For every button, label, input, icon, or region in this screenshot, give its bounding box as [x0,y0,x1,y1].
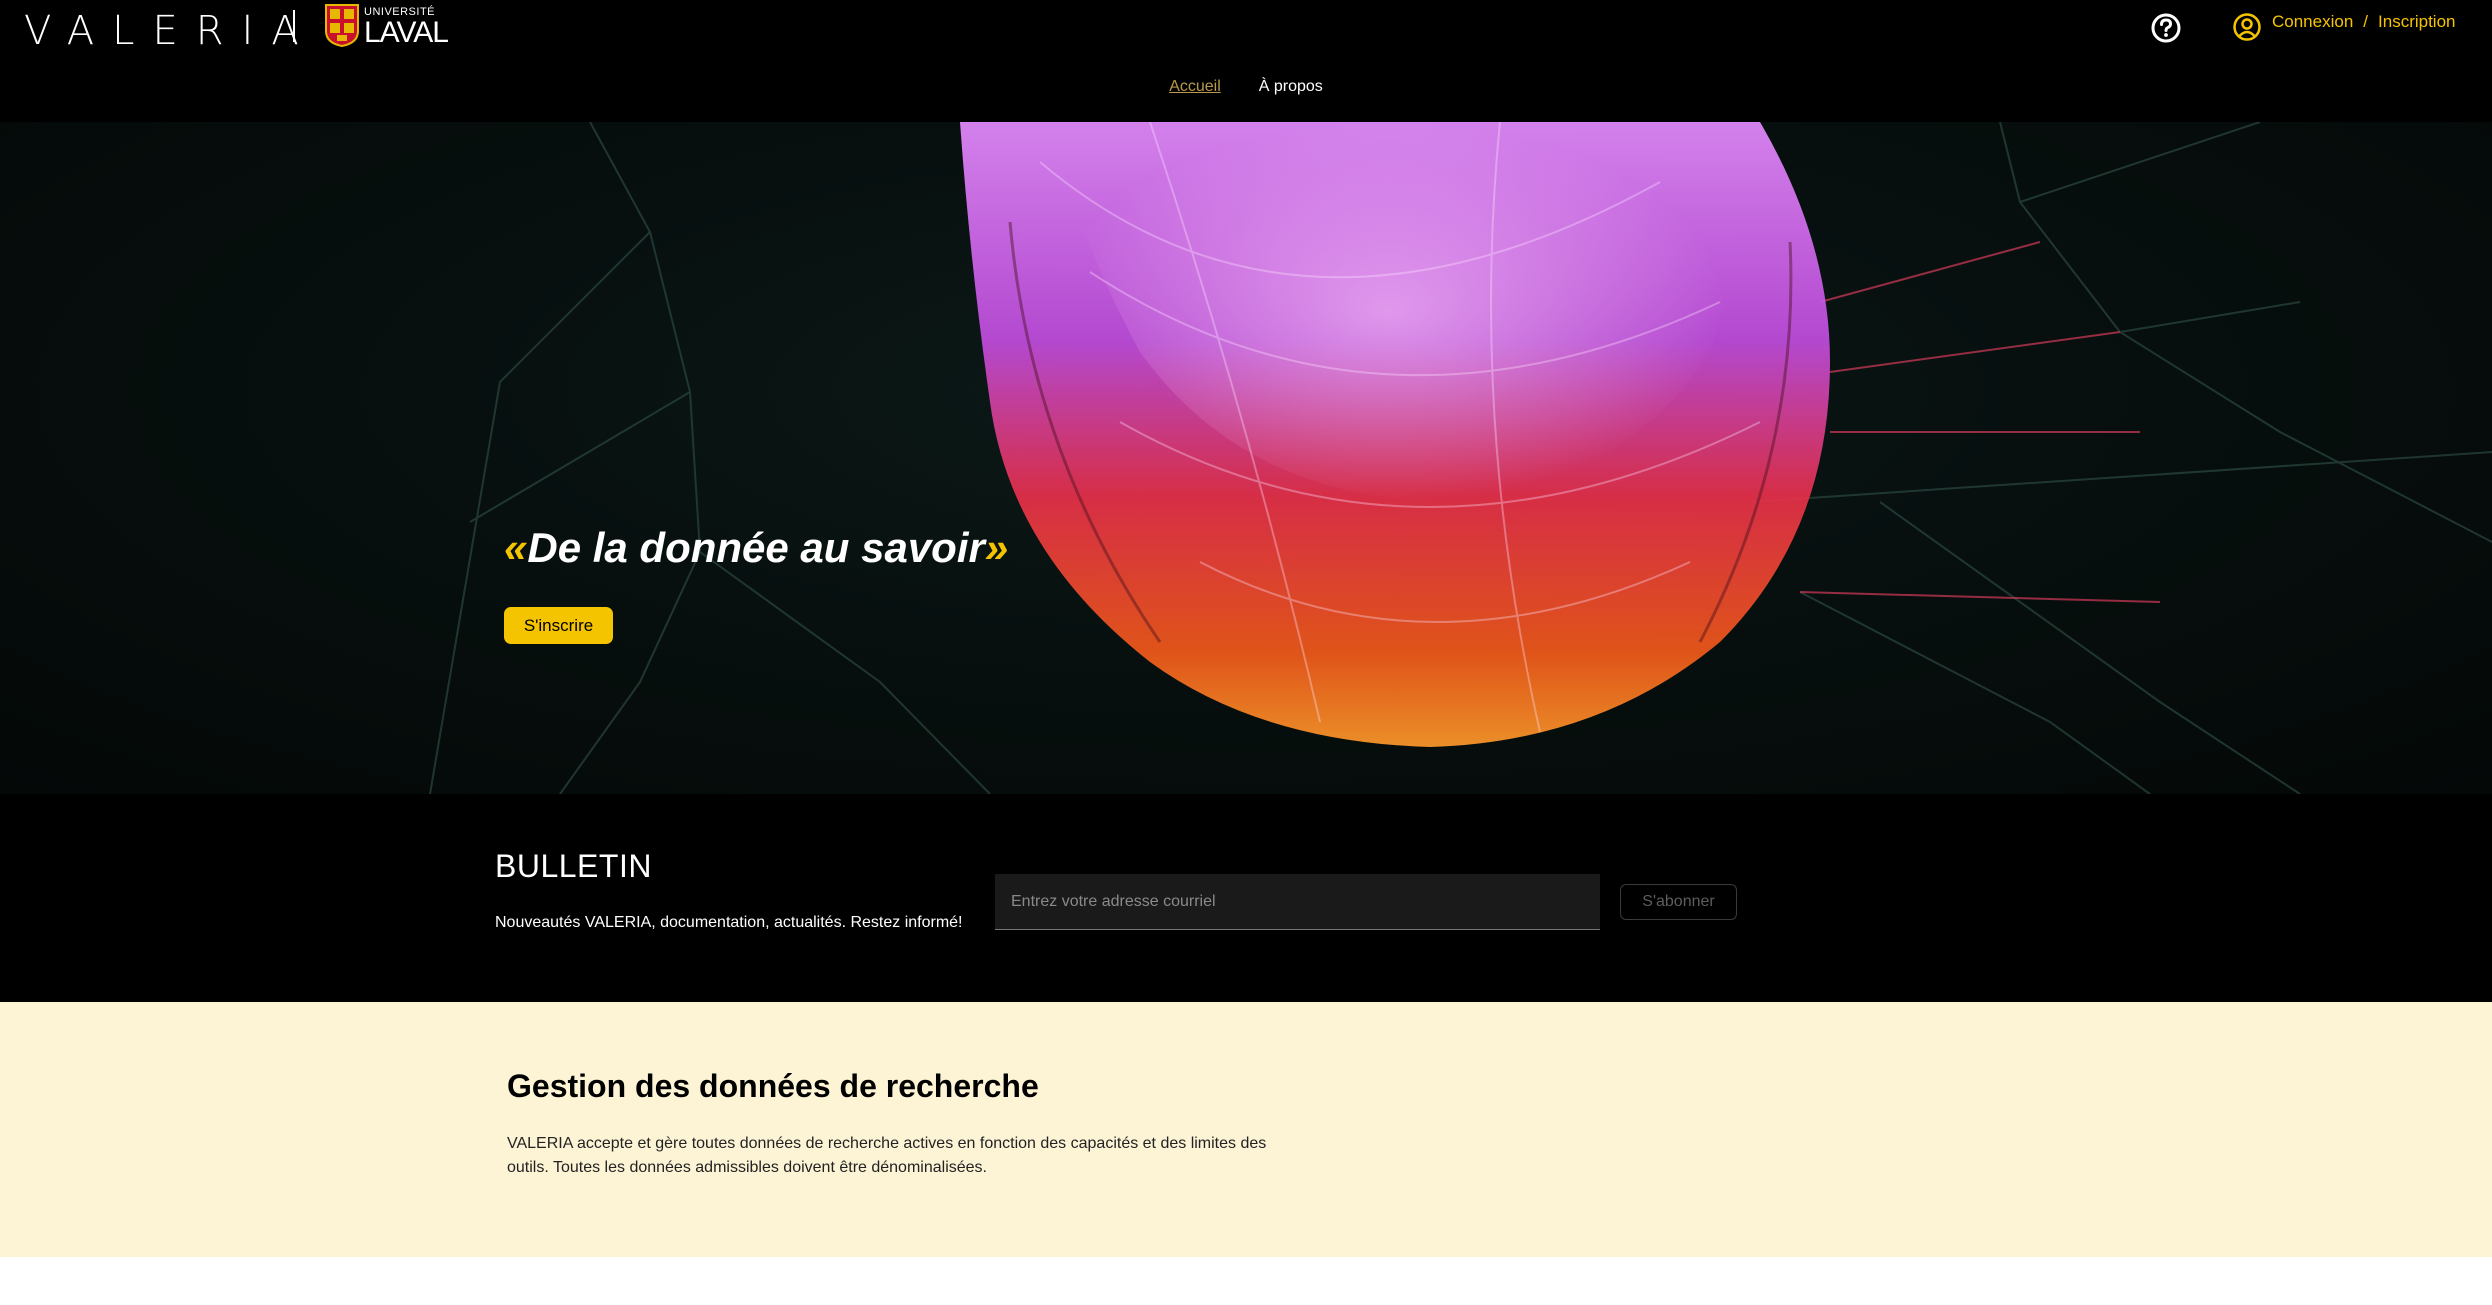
help-circle-icon[interactable] [2150,12,2182,44]
gestion-section: Gestion des données de recherche VALERIA… [0,1002,2492,1257]
auth-separator: / [2363,12,2369,31]
quote-open-mark: « [504,524,528,571]
bulletin-section: BULLETIN Nouveautés VALERIA, documentati… [0,794,2492,1002]
gestion-body: VALERIA accepte et gère toutes données d… [507,1135,1267,1176]
ul-logo-big-text: LAVAL [364,16,449,49]
user-circle-icon[interactable] [2232,12,2262,42]
hero-quote-text: De la donnée au savoir [527,524,985,571]
bulletin-title: BULLETIN [495,848,652,884]
logo-divider [293,10,295,42]
quote-close-mark: » [984,524,1009,571]
auth-links: Connexion / Inscription [2272,12,2456,32]
site-header: VALERIA UNIVERSITÉ LAVAL Connexion / Ins… [0,0,2492,122]
universite-laval-logo[interactable]: UNIVERSITÉ LAVAL [324,3,449,49]
valeria-logo[interactable]: VALERIA [24,8,317,54]
hero-banner: «De la donnée au savoir» S'inscrire [0,122,2492,794]
main-nav: Accueil À propos [0,78,2492,96]
bulletin-subtitle: Nouveautés VALERIA, documentation, actua… [495,914,963,931]
hero-artwork [429,122,2492,794]
subscribe-button[interactable]: S'abonner [1620,884,1737,920]
register-link[interactable]: Inscription [2378,12,2455,32]
login-link[interactable]: Connexion [2272,12,2353,32]
signup-button[interactable]: S'inscrire [504,607,613,644]
hero-quote: «De la donnée au savoir» [504,524,1008,572]
email-input[interactable]: Entrez votre adresse courriel [995,874,1600,930]
nav-item-a-propos[interactable]: À propos [1259,78,1323,96]
nav-item-accueil[interactable]: Accueil [1169,78,1221,96]
gestion-title: Gestion des données de recherche [507,1068,1039,1104]
ul-shield-icon [325,4,359,47]
